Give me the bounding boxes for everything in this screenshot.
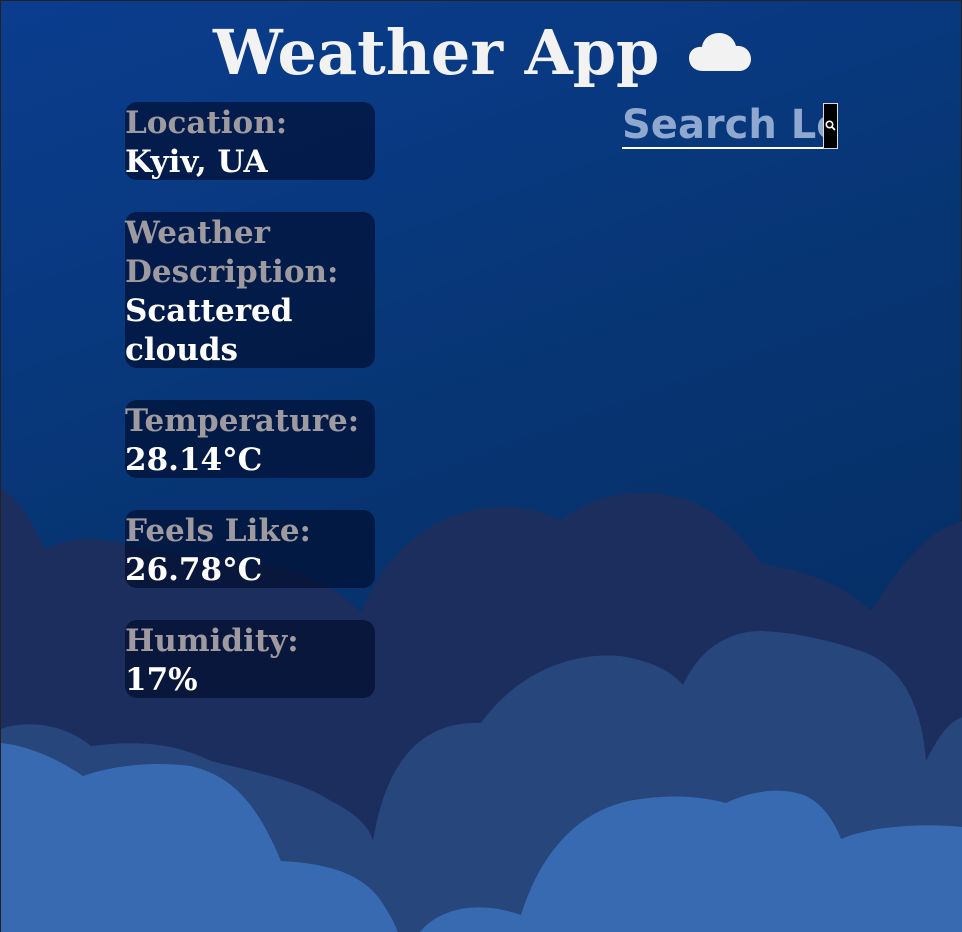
humidity-label: Humidity: (125, 623, 299, 659)
humidity-value: 17% (125, 662, 198, 698)
weather-info-panel: Location: Kyiv, UA Weather Description: … (125, 102, 375, 730)
location-value: Kyiv, UA (125, 144, 268, 180)
humidity-card: Humidity: 17% (125, 620, 375, 698)
weather-description-value: Scattered clouds (125, 293, 293, 368)
cloud-icon (689, 14, 751, 90)
location-label: Location: (125, 105, 288, 141)
search-button[interactable] (823, 103, 838, 149)
feels-like-value: 26.78°C (125, 552, 263, 588)
location-card: Location: Kyiv, UA (125, 102, 375, 180)
app-title-text: Weather App (212, 16, 660, 89)
search-icon (825, 119, 836, 134)
search-input[interactable] (622, 103, 823, 149)
weather-description-label: Weather Description: (125, 215, 339, 290)
weather-description-card: Weather Description: Scattered clouds (125, 212, 375, 368)
feels-like-card: Feels Like: 26.78°C (125, 510, 375, 588)
feels-like-label: Feels Like: (125, 513, 311, 549)
temperature-value: 28.14°C (125, 442, 263, 478)
temperature-label: Temperature: (125, 403, 360, 439)
temperature-card: Temperature: 28.14°C (125, 400, 375, 478)
search-bar (622, 103, 838, 149)
page-title: Weather App (1, 15, 962, 96)
